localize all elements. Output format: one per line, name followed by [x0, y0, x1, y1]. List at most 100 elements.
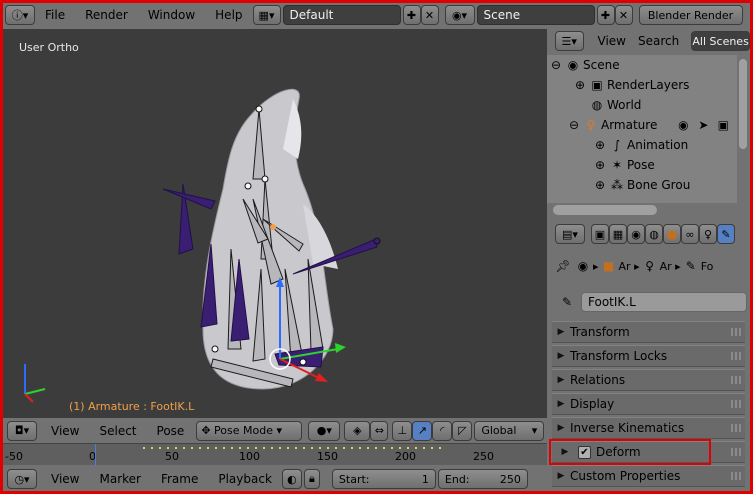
outliner-row-pose[interactable]: ⊕ ✶ Pose [593, 155, 655, 175]
menu-file[interactable]: File [35, 8, 75, 22]
add-scene-button[interactable]: ✚ [596, 5, 615, 25]
current-frame-line [95, 444, 96, 466]
editor-type-timeline-button[interactable]: ◷▾ [7, 469, 37, 489]
mode-select[interactable]: ✥ Pose Mode ▾ [196, 420, 303, 441]
drag-grip-icon[interactable] [731, 448, 741, 456]
start-frame-field[interactable]: Start: 1 [331, 469, 436, 489]
outliner-row-renderlayers[interactable]: ⊕ ▣ RenderLayers [573, 75, 689, 95]
drag-grip-icon[interactable] [731, 328, 741, 336]
collapsed-triangle-icon: ▶ [557, 423, 565, 433]
transform-orientation-icon[interactable]: ◸ [452, 420, 473, 441]
menu-view[interactable]: View [584, 34, 636, 48]
world-icon: ◍ [591, 98, 603, 112]
menu-window[interactable]: Window [138, 8, 205, 22]
end-frame-field[interactable]: End: 250 [437, 469, 528, 489]
pose-mode-icon: ✥ [201, 424, 211, 437]
render-engine-select[interactable]: Blender Render [638, 5, 743, 25]
remove-scene-button[interactable]: ✕ [614, 5, 633, 25]
menu-help[interactable]: Help [205, 8, 252, 22]
collapse-icon[interactable]: ⊖ [549, 58, 563, 72]
breadcrumb-separator: ▸ [671, 259, 681, 273]
editor-type-info-button[interactable]: ⓘ▾ [5, 5, 35, 25]
pivot-point-select[interactable]: ◈ [344, 420, 371, 441]
scene-icon: ◉ [577, 259, 589, 273]
tab-bone[interactable]: ✎ [717, 224, 735, 244]
rotate-manipulator-button[interactable]: ↗ [412, 420, 433, 441]
expand-icon[interactable]: ⊕ [593, 158, 607, 172]
eye-icon[interactable]: ◉ [673, 115, 693, 135]
bone-name-field[interactable]: FootIK.L [581, 292, 747, 312]
camera-render-icon[interactable]: ▣ [713, 115, 733, 135]
tab-world[interactable]: ◍ [645, 224, 663, 244]
timeline-tick: 250 [473, 450, 494, 463]
editor-type-properties-button[interactable]: ▤▾ [555, 224, 585, 244]
preview-range-icon[interactable]: ◐ [281, 469, 302, 489]
menu-marker[interactable]: Marker [89, 472, 150, 486]
outliner-tree: ⊖ ◉ Scene ⊕ ▣ RenderLayers ◍ World ⊖ ♀ A… [547, 55, 737, 203]
drag-grip-icon[interactable] [731, 352, 741, 360]
outliner-horizontal-scrollbar[interactable] [553, 205, 657, 215]
drag-grip-icon[interactable] [731, 400, 741, 408]
drag-grip-icon[interactable] [731, 376, 741, 384]
tab-armature-data[interactable]: ♀ [699, 224, 717, 244]
orientation-label: Global [481, 424, 517, 437]
outliner-row-armature[interactable]: ⊖ ♀ Armature ◉ ➤ ▣ [567, 115, 733, 135]
menu-select[interactable]: Select [89, 424, 146, 438]
outliner-row-world[interactable]: ◍ World [587, 95, 642, 115]
menu-search[interactable]: Search [636, 34, 689, 48]
remove-layout-button[interactable]: ✕ [420, 5, 439, 25]
mode-label: Pose Mode [214, 424, 273, 437]
expand-icon[interactable]: ⊕ [593, 138, 607, 152]
outliner-vertical-scrollbar[interactable] [739, 59, 747, 149]
panel-relations[interactable]: ▶ Relations [552, 369, 745, 391]
display-mode-select[interactable]: All Scenes [691, 31, 750, 51]
translate-manipulator-button[interactable]: ⊥ [392, 420, 413, 441]
panel-display[interactable]: ▶ Display [552, 393, 745, 415]
add-layout-button[interactable]: ✚ [402, 5, 421, 25]
collapse-icon[interactable]: ⊖ [567, 118, 581, 132]
outliner-row-scene[interactable]: ⊖ ◉ Scene [549, 55, 620, 75]
timeline-ruler[interactable]: -50 0 50 100 150 200 250 [3, 443, 547, 466]
tab-render-layers[interactable]: ▦ [609, 224, 627, 244]
menu-view[interactable]: View [37, 472, 89, 486]
panel-title: Transform Locks [570, 349, 668, 363]
end-label: End: [444, 472, 470, 486]
editor-type-3dview-button[interactable]: ◘▾ [7, 420, 37, 441]
scale-manipulator-button[interactable]: ◜ [432, 420, 453, 441]
menu-frame[interactable]: Frame [151, 472, 208, 486]
menu-render[interactable]: Render [75, 8, 138, 22]
layout-browse-button[interactable]: ▦▾ [252, 5, 281, 25]
panel-title: Display [570, 397, 615, 411]
bone-group-icon: ⁂ [611, 178, 623, 192]
drag-grip-icon[interactable] [731, 424, 741, 432]
tab-scene[interactable]: ◉ [627, 224, 645, 244]
scene-browse-button[interactable]: ◉▾ [444, 5, 475, 25]
pin-icon[interactable]: 📌︎ [553, 256, 573, 276]
panel-custom-properties[interactable]: ▶ Custom Properties [552, 465, 745, 487]
expand-icon[interactable]: ⊕ [573, 78, 587, 92]
panel-transform[interactable]: ▶ Transform [552, 321, 745, 343]
tab-render[interactable]: ▣ [591, 224, 609, 244]
expand-icon[interactable]: ⊕ [593, 178, 607, 192]
drag-grip-icon[interactable] [731, 472, 741, 480]
3d-viewport[interactable]: User Ortho (1) Armature: FootIK.L [3, 29, 547, 418]
menu-pose[interactable]: Pose [147, 424, 195, 438]
transform-orientation-select[interactable]: Global ▾ [474, 420, 545, 441]
editor-type-outliner-button[interactable]: ☰▾ [555, 31, 584, 51]
layout-name-field[interactable]: Default [282, 5, 401, 25]
cursor-select-icon[interactable]: ➤ [693, 115, 713, 135]
manipulator-toggle[interactable]: ⇔ [370, 420, 389, 441]
menu-view[interactable]: View [37, 424, 89, 438]
panel-transform-locks[interactable]: ▶ Transform Locks [552, 345, 745, 367]
outliner-row-animation[interactable]: ⊕ ∫ Animation [593, 135, 688, 155]
tab-constraints[interactable]: ∞ [681, 224, 699, 244]
tab-object[interactable]: ■ [663, 224, 681, 244]
menu-playback[interactable]: Playback [208, 472, 282, 486]
outliner-row-bone-groups[interactable]: ⊕ ⁂ Bone Grou [593, 175, 690, 195]
bone-icon: ✎ [685, 259, 696, 273]
scene-name-field[interactable]: Scene [476, 5, 595, 25]
3d-view-header: ◘▾ View Select Pose ✥ Pose Mode ▾ ●▾ ◈ ⇔… [3, 418, 547, 443]
panel-inverse-kinematics[interactable]: ▶ Inverse Kinematics [552, 417, 745, 439]
viewport-shading-select[interactable]: ●▾ [308, 420, 341, 441]
lock-icon[interactable]: 🔒︎ [303, 469, 320, 489]
